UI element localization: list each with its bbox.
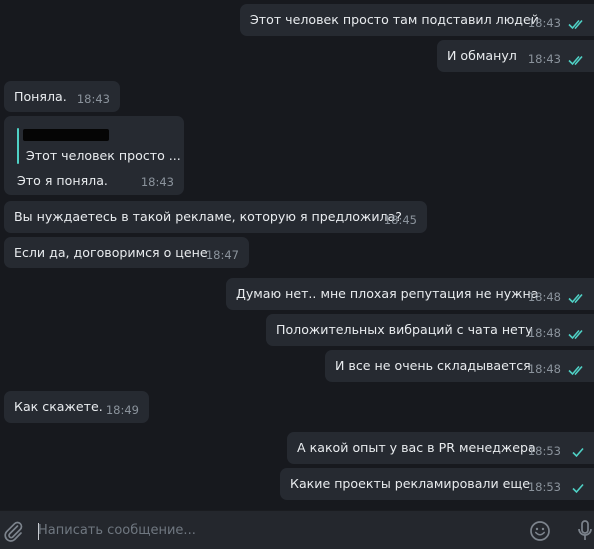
double-check-icon: [568, 365, 583, 376]
message-time: 18:48: [527, 290, 561, 304]
microphone-icon[interactable]: [576, 519, 594, 543]
message-text: Какие проекты рекламировали еще: [290, 476, 531, 491]
message-bubble-outgoing[interactable]: Думаю нет.. мне плохая репутация не нужн…: [226, 278, 594, 310]
double-check-icon: [568, 55, 583, 66]
double-check-icon: [568, 19, 583, 30]
message-text: Это я поняла.: [17, 173, 108, 188]
message-bubble-incoming[interactable]: Поняла. 18:43: [4, 81, 120, 112]
message-list[interactable]: Этот человек просто там подставил людей …: [0, 0, 594, 510]
redacted-sender-name: [23, 129, 109, 141]
message-time: 18:48: [527, 326, 561, 340]
message-time: 18:48: [527, 362, 561, 376]
message-text: Как скажете.: [14, 399, 103, 414]
paperclip-icon[interactable]: [2, 520, 24, 542]
message-composer: Написать сообщение...: [0, 510, 594, 549]
message-text: Поняла.: [14, 89, 67, 104]
message-time: 18:43: [76, 92, 110, 106]
message-time: 18:45: [383, 213, 417, 227]
message-time: 18:47: [205, 248, 239, 262]
message-text: А какой опыт у вас в PR менеджера: [297, 440, 536, 455]
reply-quote-text[interactable]: Этот человек просто ...: [26, 148, 181, 164]
message-time: 18:53: [527, 444, 561, 458]
double-check-icon: [568, 329, 583, 340]
double-check-icon: [568, 293, 583, 304]
message-time: 18:53: [527, 480, 561, 494]
message-text: И обманул: [447, 48, 517, 63]
message-text: Если да, договоримся о цене: [14, 245, 208, 260]
single-check-icon: [572, 447, 584, 458]
reply-quote-bar: [17, 128, 19, 164]
message-bubble-outgoing[interactable]: Этот человек просто там подставил людей …: [240, 4, 594, 36]
single-check-icon: [572, 483, 584, 494]
smiley-icon[interactable]: [529, 520, 551, 542]
message-text: И все не очень складывается: [335, 358, 531, 373]
message-time: 18:43: [140, 175, 174, 189]
message-bubble-outgoing[interactable]: И обманул 18:43: [437, 40, 594, 72]
message-bubble-incoming[interactable]: Если да, договоримся о цене 18:47: [4, 237, 249, 268]
message-text: Этот человек просто там подставил людей: [250, 12, 539, 27]
message-text: Положительных вибраций с чата нету: [276, 322, 533, 337]
message-time: 18:43: [527, 52, 561, 66]
message-bubble-outgoing[interactable]: И все не очень складывается 18:48: [325, 350, 594, 382]
message-text: Думаю нет.. мне плохая репутация не нужн…: [236, 286, 539, 301]
message-time: 18:49: [105, 403, 139, 417]
message-bubble-outgoing[interactable]: Какие проекты рекламировали еще 18:53: [280, 468, 594, 500]
message-bubble-incoming[interactable]: Как скажете. 18:49: [4, 391, 149, 423]
message-bubble-outgoing[interactable]: А какой опыт у вас в PR менеджера 18:53: [287, 432, 594, 464]
message-bubble-outgoing[interactable]: Положительных вибраций с чата нету 18:48: [266, 314, 594, 346]
message-input[interactable]: Написать сообщение...: [38, 521, 498, 541]
message-bubble-incoming[interactable]: Вы нуждаетесь в такой рекламе, которую я…: [4, 201, 427, 233]
message-bubble-incoming[interactable]: Этот человек просто ... Это я поняла. 18…: [4, 116, 184, 195]
message-text: Вы нуждаетесь в такой рекламе, которую я…: [14, 209, 402, 224]
message-time: 18:43: [527, 16, 561, 30]
